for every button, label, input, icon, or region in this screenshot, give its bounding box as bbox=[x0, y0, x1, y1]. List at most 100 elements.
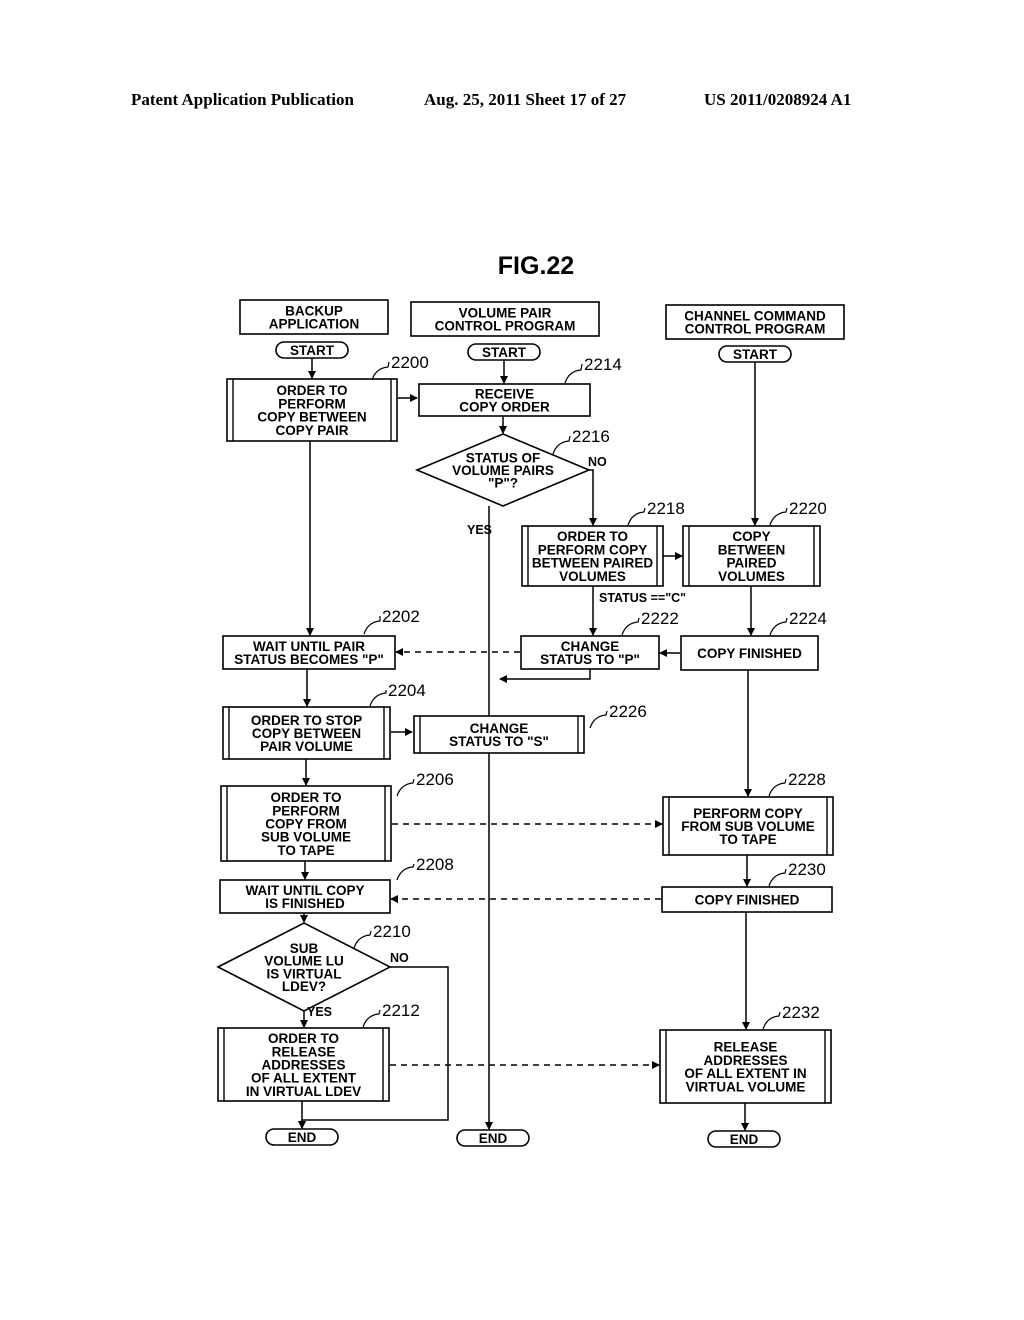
end-terminal-volume-pair-label: END bbox=[479, 1131, 508, 1146]
end-terminal-channel-command-label: END bbox=[730, 1132, 759, 1147]
column-title-channel-command-control-program: CHANNEL COMMANDCONTROL PROGRAM bbox=[665, 304, 845, 340]
reference-number: 2220 bbox=[789, 499, 827, 518]
step-2206-line: TO TAPE bbox=[277, 843, 334, 858]
decision-2216-no-label: NO bbox=[588, 455, 607, 469]
step-2228: PERFORM COPYFROM SUB VOLUMETO TAPE bbox=[662, 796, 834, 856]
leader-line bbox=[369, 690, 387, 707]
step-2204: ORDER TO STOPCOPY BETWEENPAIR VOLUME bbox=[222, 706, 391, 760]
start-terminal-backup: START bbox=[275, 341, 349, 359]
step-2200-line: COPY PAIR bbox=[275, 423, 348, 438]
step-2208-line: IS FINISHED bbox=[265, 896, 345, 911]
reference-number: 2226 bbox=[609, 702, 647, 721]
leader-line bbox=[371, 361, 390, 381]
column-title-volume-pair-control-program: VOLUME PAIRCONTROL PROGRAM bbox=[410, 301, 600, 337]
step-2208: WAIT UNTIL COPYIS FINISHED bbox=[219, 879, 391, 914]
step-2214-line: COPY ORDER bbox=[459, 400, 550, 415]
reference-label-2228: 2228 bbox=[768, 770, 826, 797]
leader-line bbox=[552, 435, 571, 455]
reference-label-2214: 2214 bbox=[564, 355, 622, 384]
step-2210-line: LDEV? bbox=[282, 979, 326, 994]
step-2202: WAIT UNTIL PAIRSTATUS BECOMES "P" bbox=[222, 635, 396, 670]
step-2202-line: STATUS BECOMES "P" bbox=[234, 652, 384, 667]
leader-line bbox=[396, 778, 415, 797]
reference-number: 2216 bbox=[572, 427, 610, 446]
reference-number: 2200 bbox=[391, 353, 429, 372]
start-terminal-volume-pair-label: START bbox=[482, 345, 527, 360]
step-2226: CHANGESTATUS TO "S" bbox=[413, 715, 585, 754]
start-terminal-channel-command-label: START bbox=[733, 347, 778, 362]
reference-number: 2222 bbox=[641, 609, 679, 628]
leader-line bbox=[621, 617, 640, 636]
start-terminal-volume-pair: START bbox=[467, 343, 541, 361]
reference-number: 2206 bbox=[416, 770, 454, 789]
leader-line bbox=[396, 863, 415, 881]
step-2230-line: COPY FINISHED bbox=[695, 893, 800, 908]
reference-label-2208: 2208 bbox=[396, 855, 454, 881]
end-terminal-channel-command: END bbox=[707, 1130, 781, 1148]
step-2218: ORDER TOPERFORM COPYBETWEEN PAIREDVOLUME… bbox=[521, 525, 664, 587]
step-2222-line: STATUS TO "P" bbox=[540, 652, 640, 667]
reference-number: 2210 bbox=[373, 922, 411, 941]
flowchart: BACKUPAPPLICATION VOLUME PAIRCONTROL PROG… bbox=[216, 299, 845, 1148]
reference-label-2232: 2232 bbox=[762, 1003, 820, 1030]
start-terminal-backup-label: START bbox=[290, 343, 335, 358]
reference-number: 2224 bbox=[789, 609, 827, 628]
leader-line bbox=[362, 1009, 381, 1028]
step-2204-line: PAIR VOLUME bbox=[260, 739, 353, 754]
reference-label-2220: 2220 bbox=[769, 499, 827, 526]
reference-label-2200: 2200 bbox=[371, 353, 429, 381]
leader-line bbox=[564, 363, 583, 384]
step-2212-line: IN VIRTUAL LDEV bbox=[246, 1084, 361, 1099]
reference-number: 2204 bbox=[388, 681, 426, 700]
step-2216: STATUS OFVOLUME PAIRS"P"? bbox=[414, 433, 592, 507]
start-terminal-channel-command: START bbox=[718, 345, 792, 363]
column-title-channel-command-control-program-line: CONTROL PROGRAM bbox=[685, 322, 826, 337]
leader-line bbox=[769, 617, 788, 636]
reference-number: 2202 bbox=[382, 607, 420, 626]
reference-label-2202: 2202 bbox=[363, 607, 420, 635]
decision-2210-yes-label: YES bbox=[307, 1005, 332, 1019]
step-2200: ORDER TOPERFORMCOPY BETWEENCOPY PAIR bbox=[226, 378, 398, 442]
reference-number: 2230 bbox=[788, 860, 826, 879]
reference-label-2222: 2222 bbox=[621, 609, 679, 636]
flow-arrow-2222-to-main bbox=[499, 669, 591, 683]
reference-label-2226: 2226 bbox=[589, 702, 647, 729]
status-c-annotation: STATUS =="C" bbox=[599, 591, 686, 605]
reference-number: 2208 bbox=[416, 855, 454, 874]
leader-line bbox=[363, 616, 381, 635]
reference-label-2218: 2218 bbox=[627, 499, 685, 526]
end-terminal-volume-pair: END bbox=[456, 1129, 530, 1147]
leader-line bbox=[768, 868, 787, 887]
reference-number: 2212 bbox=[382, 1001, 420, 1020]
flow-arrow-2216-no-to-2218 bbox=[589, 469, 597, 526]
reference-label-2210: 2210 bbox=[353, 922, 411, 949]
reference-label-2224: 2224 bbox=[769, 609, 827, 636]
leader-line bbox=[627, 507, 646, 526]
column-title-volume-pair-control-program-line: CONTROL PROGRAM bbox=[435, 319, 576, 334]
step-2206: ORDER TOPERFORMCOPY FROMSUB VOLUMETO TAP… bbox=[220, 785, 392, 862]
step-2226-line: STATUS TO "S" bbox=[449, 734, 549, 749]
column-title-backup-application-line: APPLICATION bbox=[269, 317, 360, 332]
reference-number: 2214 bbox=[584, 355, 622, 374]
leader-line bbox=[353, 930, 372, 949]
step-2216-line: "P"? bbox=[488, 476, 518, 491]
reference-label-2206: 2206 bbox=[396, 770, 454, 797]
step-2222: CHANGESTATUS TO "P" bbox=[520, 635, 660, 670]
decision-2210-no-label: NO bbox=[390, 951, 409, 965]
end-terminal-backup-label: END bbox=[288, 1130, 317, 1145]
step-2228-line: TO TAPE bbox=[719, 832, 776, 847]
step-2224: COPY FINISHED bbox=[680, 635, 819, 671]
step-2220-line: VOLUMES bbox=[718, 569, 785, 584]
step-2220: COPYBETWEENPAIREDVOLUMES bbox=[682, 525, 821, 587]
leader-line bbox=[762, 1011, 781, 1030]
column-title-backup-application: BACKUPAPPLICATION bbox=[239, 299, 389, 335]
decision-2216-yes-label: YES bbox=[467, 523, 492, 537]
step-2232: RELEASEADDRESSESOF ALL EXTENT INVIRTUAL … bbox=[659, 1029, 832, 1104]
reference-number: 2228 bbox=[788, 770, 826, 789]
end-terminal-backup: END bbox=[265, 1128, 339, 1146]
reference-number: 2218 bbox=[647, 499, 685, 518]
step-2230: COPY FINISHED bbox=[661, 886, 833, 913]
reference-label-2216: 2216 bbox=[552, 427, 610, 455]
leader-line bbox=[589, 710, 608, 729]
step-2232-line: VIRTUAL VOLUME bbox=[686, 1079, 806, 1094]
